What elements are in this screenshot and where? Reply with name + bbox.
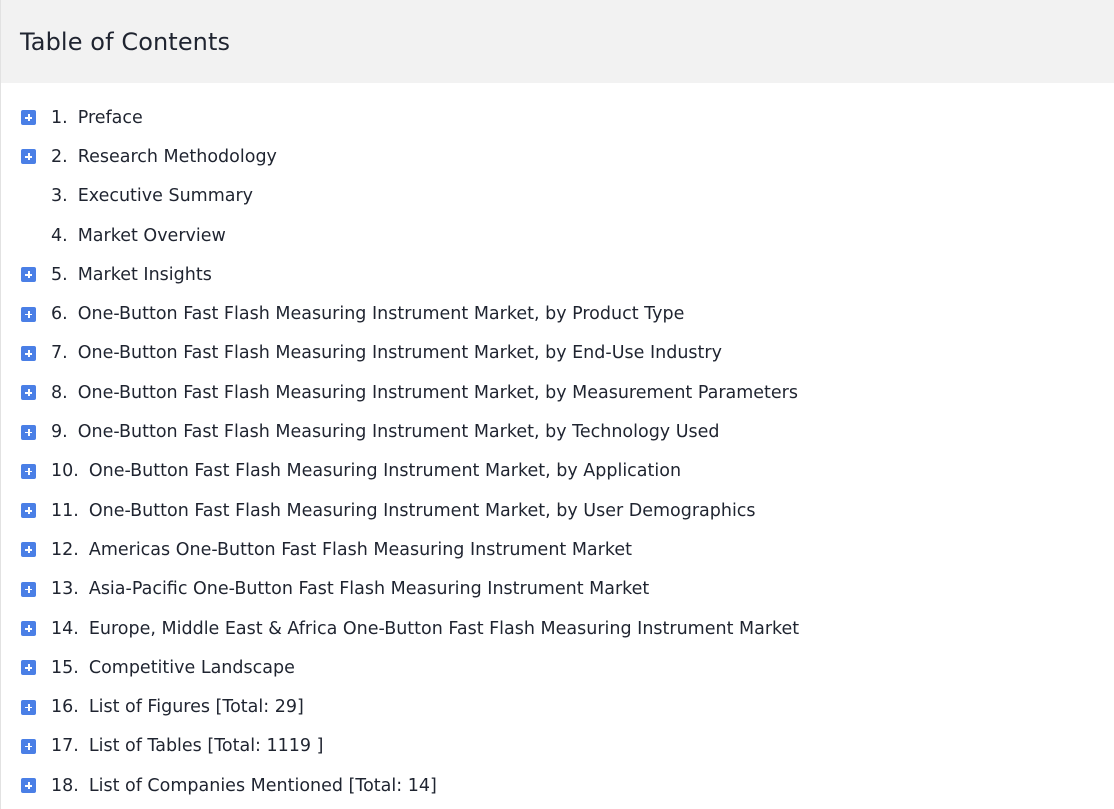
expand-plus-icon[interactable] (21, 110, 36, 126)
expand-plus-icon[interactable] (21, 306, 36, 322)
toc-item[interactable]: 11. One-Button Fast Flash Measuring Instr… (1, 491, 1114, 530)
plus-icon (25, 349, 32, 357)
toc-item: 3. Executive Summary (1, 177, 1114, 216)
plus-icon (25, 114, 32, 122)
toc-item-label: Executive Summary (77, 186, 254, 207)
expand-plus-icon[interactable] (21, 267, 36, 283)
expand-plus-icon[interactable] (21, 345, 36, 361)
toc-item-label: Market Overview (77, 225, 226, 246)
plus-icon (25, 153, 32, 161)
toc-item-number: 8. (51, 382, 68, 403)
toc-item-number: 7. (51, 343, 68, 364)
toc-item-number: 3. (51, 186, 68, 207)
toc-item[interactable]: 16. List of Figures [Total: 29] (1, 687, 1114, 726)
toc-item-label[interactable]: One-Button Fast Flash Measuring Instrume… (78, 343, 722, 363)
toc-item-number: 17. (51, 736, 79, 757)
expand-plus-icon[interactable] (21, 503, 36, 519)
toc-item-label[interactable]: List of Companies Mentioned [Total: 14] (89, 776, 437, 796)
plus-icon (25, 467, 32, 475)
toc-item-number: 11. (51, 500, 79, 521)
toc-item[interactable]: 9. One-Button Fast Flash Measuring Instru… (1, 412, 1114, 451)
expand-plus-icon[interactable] (21, 778, 36, 794)
toc-item-label[interactable]: Europe, Middle East & Africa One-Button … (89, 619, 799, 639)
toc-item-label[interactable]: Americas One-Button Fast Flash Measuring… (89, 540, 632, 560)
toc-item-number: 16. (51, 697, 79, 718)
toc-item[interactable]: 18. List of Companies Mentioned [Total: 1… (1, 766, 1114, 805)
expand-plus-icon[interactable] (21, 699, 36, 715)
toc-item-number: 4. (51, 225, 68, 246)
toc-item-number: 15. (51, 657, 79, 678)
toc-item-number: 6. (51, 304, 68, 325)
toc-title: Table of Contents (20, 27, 231, 56)
toc-item-number: 1. (51, 107, 68, 128)
toc-item-number: 9. (51, 422, 68, 443)
toc-item-label[interactable]: One-Button Fast Flash Measuring Instrume… (89, 461, 681, 481)
expand-plus-icon[interactable] (21, 581, 36, 597)
toc-item[interactable]: 5. Market Insights (1, 255, 1114, 294)
toc-item-label[interactable]: Research Methodology (78, 147, 277, 167)
plus-icon (25, 428, 32, 436)
expand-plus-icon[interactable] (21, 621, 36, 636)
toc-item-label[interactable]: One-Button Fast Flash Measuring Instrume… (78, 383, 798, 403)
toc-item[interactable]: 13. Asia-Pacific One-Button Fast Flash Me… (1, 570, 1114, 609)
toc-item-number: 2. (51, 146, 68, 167)
expand-plus-icon[interactable] (21, 660, 36, 676)
toc-item-label[interactable]: List of Figures [Total: 29] (89, 697, 304, 717)
toc-item-number: 18. (51, 775, 79, 796)
plus-icon (25, 782, 32, 790)
toc-item[interactable]: 10. One-Button Fast Flash Measuring Instr… (1, 452, 1114, 491)
toc-item-label[interactable]: List of Tables [Total: 1119 ] (89, 736, 324, 756)
toc-item: 4. Market Overview (1, 216, 1114, 255)
toc-item-number: 5. (51, 264, 68, 285)
expand-plus-icon[interactable] (21, 463, 36, 479)
expand-plus-icon[interactable] (21, 149, 36, 165)
plus-icon (25, 625, 32, 632)
toc-item[interactable]: 15. Competitive Landscape (1, 648, 1114, 687)
toc-item-label[interactable]: Asia-Pacific One-Button Fast Flash Measu… (89, 579, 649, 599)
toc-item[interactable]: 8. One-Button Fast Flash Measuring Instru… (1, 373, 1114, 412)
plus-icon (25, 310, 32, 318)
toc-item-label[interactable]: One-Button Fast Flash Measuring Instrume… (78, 422, 720, 442)
toc-list: 1. Preface 2. Research Methodology 3. Executi… (1, 98, 1114, 805)
expand-plus-icon[interactable] (21, 738, 36, 754)
expand-plus-icon[interactable] (21, 385, 36, 401)
toc-item-number: 10. (51, 461, 79, 482)
toc-item-label[interactable]: Preface (78, 108, 143, 128)
toc-item-number: 13. (51, 579, 79, 600)
toc-item[interactable]: 7. One-Button Fast Flash Measuring Instru… (1, 334, 1114, 373)
toc-item[interactable]: 17. List of Tables [Total: 1119 ] (1, 727, 1114, 766)
plus-icon (25, 546, 32, 554)
toc-item-number: 14. (51, 618, 79, 639)
toc-item[interactable]: 1. Preface (1, 98, 1114, 137)
toc-item[interactable]: 6. One-Button Fast Flash Measuring Instru… (1, 294, 1114, 333)
toc-item-label[interactable]: Competitive Landscape (89, 658, 295, 678)
toc-item-label[interactable]: Market Insights (78, 265, 212, 285)
plus-icon (25, 664, 32, 672)
toc-header: Table of Contents (1, 0, 1114, 83)
toc-item-label[interactable]: One-Button Fast Flash Measuring Instrume… (89, 501, 756, 521)
plus-icon (25, 507, 32, 515)
plus-icon (25, 703, 32, 711)
toc-item-number: 12. (51, 539, 79, 560)
plus-icon (25, 742, 32, 750)
table-of-contents: Table of Contents 1. Preface 2. Research Me… (0, 0, 1114, 809)
plus-icon (25, 585, 32, 593)
expand-plus-icon[interactable] (21, 542, 36, 558)
toc-item-label[interactable]: One-Button Fast Flash Measuring Instrume… (78, 304, 685, 324)
toc-item[interactable]: 12. Americas One-Button Fast Flash Measur… (1, 530, 1114, 569)
toc-item[interactable]: 2. Research Methodology (1, 137, 1114, 176)
plus-icon (25, 389, 32, 397)
toc-item[interactable]: 14. Europe, Middle East & Africa One-Butt… (1, 609, 1114, 648)
plus-icon (25, 271, 32, 279)
expand-plus-icon[interactable] (21, 424, 36, 440)
